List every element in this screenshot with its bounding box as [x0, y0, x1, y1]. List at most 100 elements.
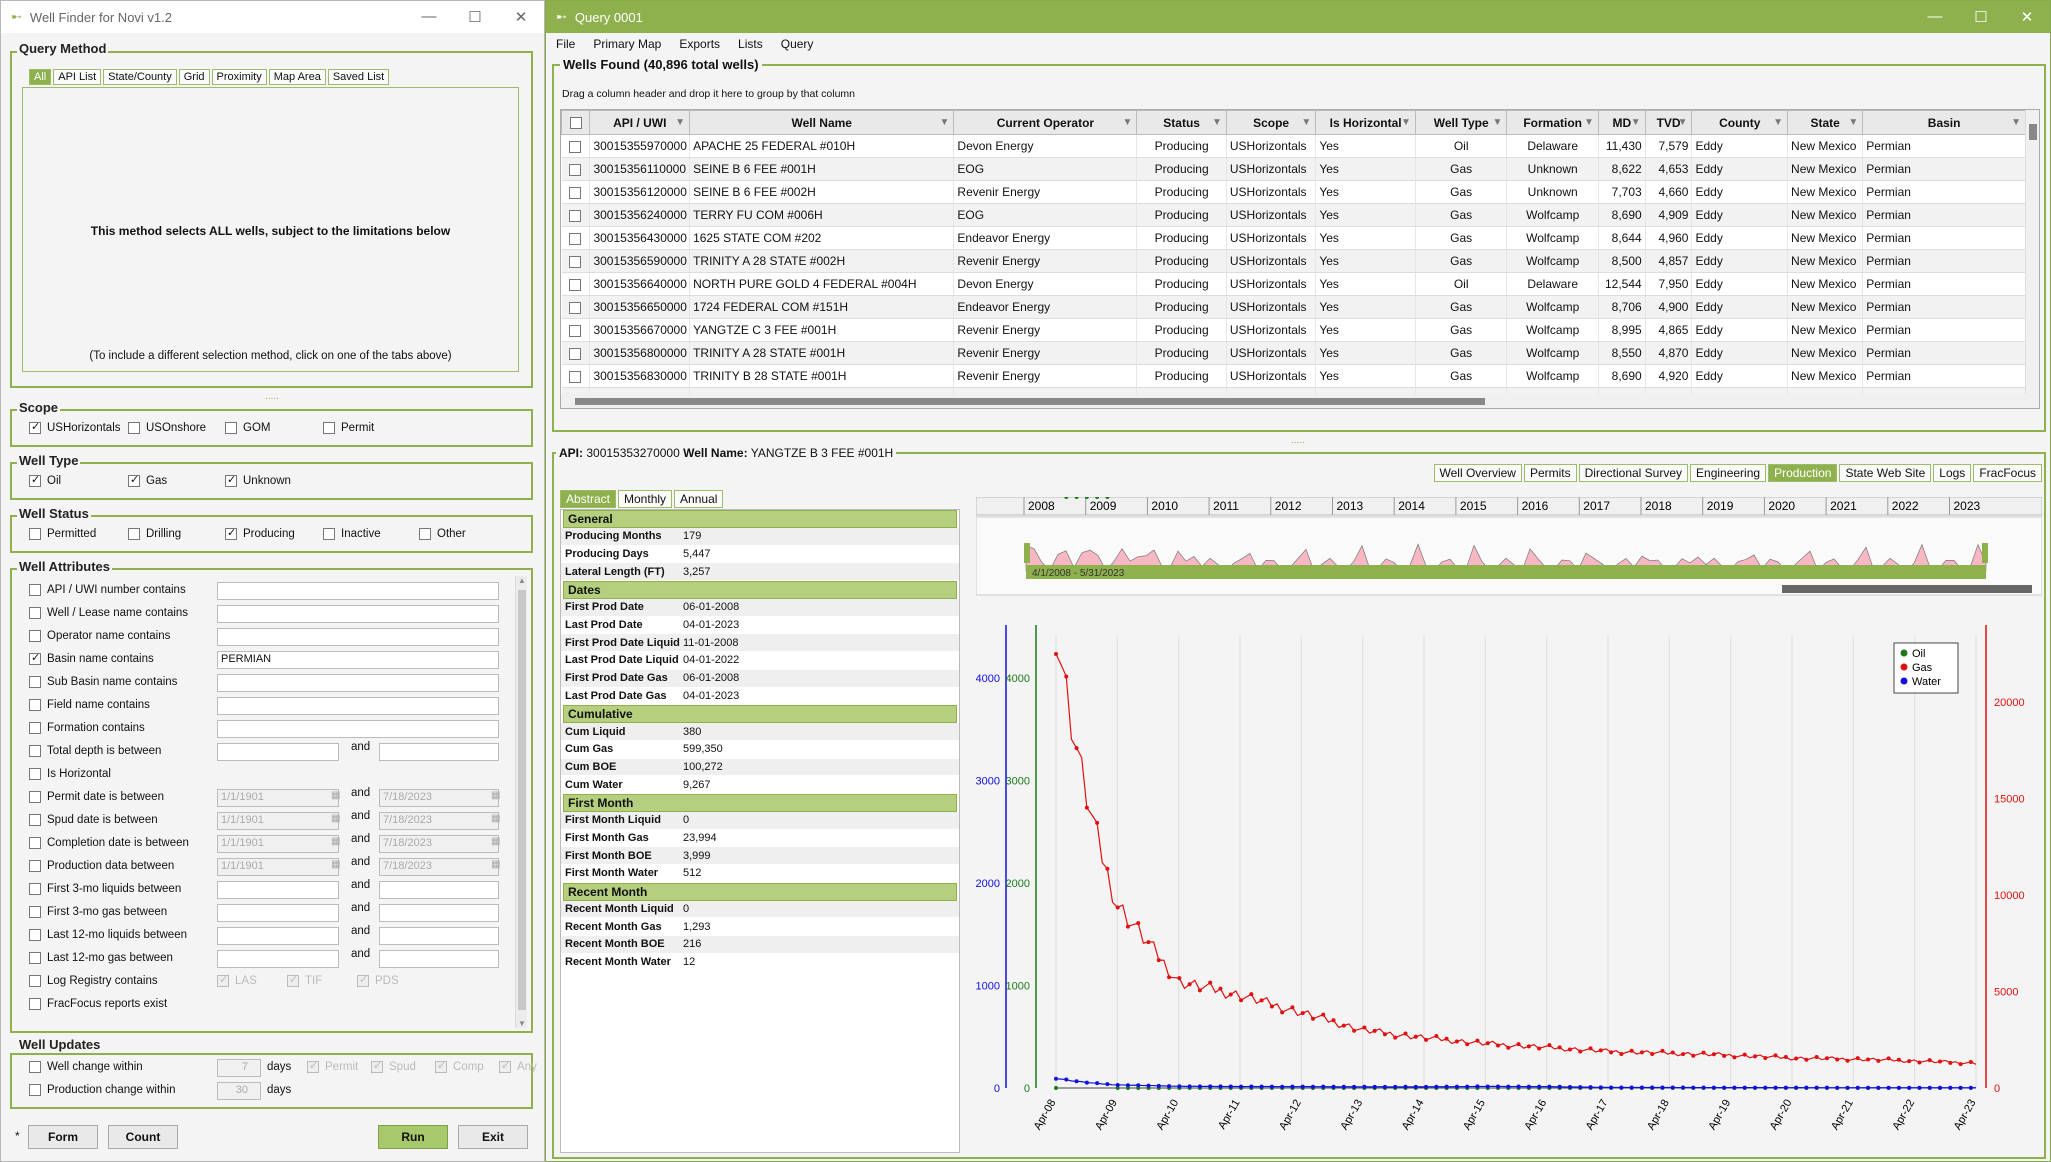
table-row[interactable]: 30015356240000 TERRY FU COM #006H EOG Produ…	[561, 203, 2026, 227]
attributes-scrollbar[interactable]: ▲ ▼	[515, 576, 527, 1028]
attr-input[interactable]	[217, 628, 499, 646]
count-button[interactable]: Count	[108, 1125, 178, 1149]
range-from-input[interactable]: 1/1/1901	[217, 858, 339, 876]
subtab-abstract[interactable]: Abstract	[560, 490, 617, 508]
attr-fracfocus-reports-exist[interactable]: FracFocus reports exist	[29, 998, 167, 1010]
update-production-change-within[interactable]: Production change within	[29, 1084, 176, 1096]
checkbox[interactable]	[29, 768, 41, 780]
checkbox[interactable]	[371, 1059, 383, 1073]
checkbox[interactable]	[29, 473, 41, 487]
checkbox[interactable]	[29, 837, 41, 849]
checkbox[interactable]	[323, 422, 335, 434]
column-header-state[interactable]: State ▼	[1787, 110, 1864, 135]
checkbox[interactable]	[29, 745, 41, 757]
attr-basin-name-contains[interactable]: Basin name contains	[29, 651, 154, 665]
column-header-basin[interactable]: Basin ▼	[1862, 110, 2026, 135]
log-las[interactable]: LAS	[217, 973, 257, 987]
checkbox[interactable]	[29, 1061, 41, 1073]
checkbox[interactable]	[569, 324, 582, 337]
filter-icon[interactable]: ▼	[1678, 117, 1688, 128]
tab-production[interactable]: Production	[1768, 464, 1838, 482]
filter-icon[interactable]: ▼	[1301, 117, 1311, 128]
range-to-input[interactable]	[379, 927, 499, 945]
table-row[interactable]: 30015356640000 NORTH PURE GOLD 4 FEDERAL …	[561, 272, 2026, 296]
calendar-icon[interactable]: ▦	[331, 790, 340, 801]
checkbox[interactable]	[569, 347, 582, 360]
column-header-formation[interactable]: Formation ▼	[1506, 110, 1599, 135]
tab-grid[interactable]: Grid	[178, 69, 210, 85]
range-from-input[interactable]: 1/1/1901	[217, 835, 339, 853]
checkbox[interactable]	[419, 528, 431, 540]
days-stepper[interactable]: 7	[217, 1059, 261, 1077]
attr-api-uwi-number-contains[interactable]: API / UWI number contains	[29, 584, 186, 596]
tab-fracfocus[interactable]: FracFocus	[1973, 464, 2042, 482]
attr-input[interactable]	[217, 720, 499, 738]
exit-button[interactable]: Exit	[458, 1125, 528, 1149]
attr-well-lease-name-contains[interactable]: Well / Lease name contains	[29, 607, 188, 619]
range-from-input[interactable]	[217, 743, 339, 761]
grid-vscroll[interactable]	[2025, 110, 2039, 408]
calendar-icon[interactable]: ▦	[491, 790, 500, 801]
checkbox[interactable]	[217, 973, 229, 987]
range-from-input[interactable]: 1/1/1901	[217, 812, 339, 830]
subtab-annual[interactable]: Annual	[674, 490, 724, 508]
range-from-input[interactable]	[217, 950, 339, 968]
checkbox[interactable]	[569, 117, 582, 130]
filter-icon[interactable]: ▼	[1773, 117, 1783, 128]
table-row[interactable]: 30015356590000 TRINITY A 28 STATE #002H Re…	[561, 249, 2026, 273]
select-all-header[interactable]	[561, 110, 591, 135]
checkbox[interactable]	[29, 883, 41, 895]
checkbox[interactable]	[128, 528, 140, 540]
attr-log-registry-contains[interactable]: Log Registry contains	[29, 975, 158, 987]
table-row[interactable]: 30015356430000 1625 STATE COM #202 Endeavo…	[561, 226, 2026, 250]
option-other[interactable]: Other	[419, 528, 466, 540]
attr-total-depth-is-between[interactable]: Total depth is between	[29, 745, 161, 757]
tab-state-web-site[interactable]: State Web Site	[1839, 464, 1932, 482]
checkbox[interactable]	[128, 473, 140, 487]
range-to-input[interactable]	[379, 743, 499, 761]
checkbox[interactable]	[29, 420, 41, 434]
option-unknown[interactable]: Unknown	[225, 473, 291, 487]
tab-engineering[interactable]: Engineering	[1690, 464, 1767, 482]
attr-production-data-between[interactable]: Production data between	[29, 860, 174, 872]
checkbox[interactable]	[29, 952, 41, 964]
option-ushorizontals[interactable]: USHorizontals	[29, 420, 121, 434]
attr-first-3-mo-gas-between[interactable]: First 3-mo gas between	[29, 906, 167, 918]
subtab-monthly[interactable]: Monthly	[618, 490, 673, 508]
filter-icon[interactable]: ▼	[1493, 117, 1503, 128]
attr-input[interactable]	[217, 697, 499, 715]
attr-last-12-mo-liquids-between[interactable]: Last 12-mo liquids between	[29, 929, 187, 941]
option-permitted[interactable]: Permitted	[29, 528, 96, 540]
checkbox[interactable]	[499, 1059, 511, 1073]
close-icon[interactable]: ✕	[498, 8, 544, 26]
checkbox[interactable]	[29, 651, 41, 665]
row-select-cell[interactable]	[561, 203, 591, 227]
checkbox[interactable]	[29, 906, 41, 918]
range-from-input[interactable]	[217, 881, 339, 899]
column-header-tvd[interactable]: TVD ▼	[1644, 110, 1693, 135]
checkbox[interactable]	[569, 255, 582, 268]
attr-permit-date-is-between[interactable]: Permit date is between	[29, 791, 164, 803]
column-header-county[interactable]: County ▼	[1691, 110, 1789, 135]
menu-exports[interactable]: Exports	[679, 37, 720, 51]
range-selector[interactable]	[1026, 565, 1986, 579]
update-comp[interactable]: Comp	[435, 1059, 484, 1073]
checkbox[interactable]	[29, 1084, 41, 1096]
row-select-cell[interactable]	[561, 134, 591, 158]
checkbox[interactable]	[29, 929, 41, 941]
column-header-well-type[interactable]: Well Type ▼	[1414, 110, 1508, 135]
column-header-md[interactable]: MD ▼	[1597, 110, 1646, 135]
grid-hscroll[interactable]	[561, 394, 2027, 408]
filter-icon[interactable]: ▼	[675, 117, 685, 128]
range-from-input[interactable]	[217, 904, 339, 922]
column-header-status[interactable]: Status ▼	[1136, 110, 1227, 135]
tab-permits[interactable]: Permits	[1523, 464, 1577, 482]
overview-scroll[interactable]	[1782, 585, 2032, 593]
tab-well-overview[interactable]: Well Overview	[1433, 464, 1522, 482]
row-select-cell[interactable]	[561, 318, 591, 342]
production-chart[interactable]: 2008 2009 2010 2011 2012 2013 2014 2015 2016 2017…	[976, 497, 2042, 1153]
row-select-cell[interactable]	[561, 341, 591, 365]
menu-lists[interactable]: Lists	[738, 37, 763, 51]
checkbox[interactable]	[569, 140, 582, 153]
attr-input[interactable]	[217, 605, 499, 623]
